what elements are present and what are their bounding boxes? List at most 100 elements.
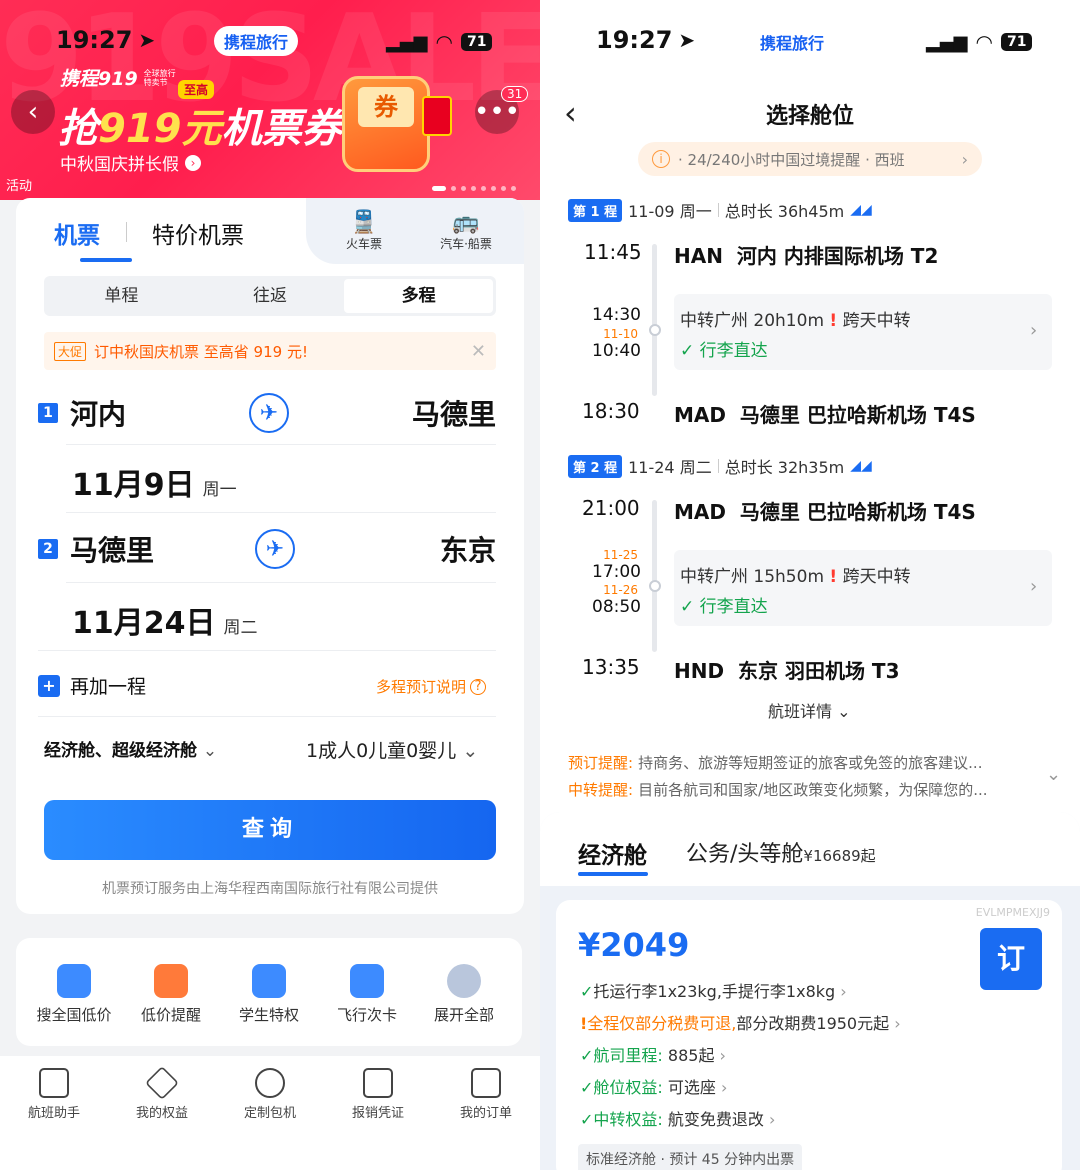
entry-low-price[interactable]: 搜全国低价 bbox=[26, 964, 122, 1025]
globe-icon bbox=[57, 964, 91, 998]
monitor-icon bbox=[39, 1068, 69, 1098]
segment-1-arr-airport: MAD 马德里 巴拉哈斯机场 T4S bbox=[674, 403, 976, 427]
entry-flight-pass[interactable]: 飞行次卡 bbox=[319, 964, 415, 1025]
segment-2-date: 11-24 周二 bbox=[628, 458, 712, 477]
tab-business-label: 公务/头等舱 bbox=[686, 842, 804, 867]
segment-1-transfer-arr: 14:30 bbox=[592, 305, 641, 325]
fare-line-refund[interactable]: !全程仅部分税费可退,部分改期费1950元起 › bbox=[580, 1010, 901, 1034]
right-screen: 19:27 ➤ 携程旅行 ▂▄▆ ◠ 71 ‹ 选择舱位 i · 24/240小… bbox=[540, 0, 1080, 1170]
entry-expand-all[interactable]: 展开全部 bbox=[416, 964, 512, 1025]
fare-line-baggage[interactable]: ✓托运行李1x23kg,手提行李1x8kg › bbox=[580, 978, 847, 1002]
trip-type-selector: 单程 往返 多程 bbox=[44, 276, 496, 316]
entry-student[interactable]: 学生特权 bbox=[221, 964, 317, 1025]
battery-icon: 71 bbox=[1000, 33, 1033, 51]
tab-receipts[interactable]: 报销凭证 bbox=[328, 1068, 428, 1121]
provider-note: 机票预订服务由上海华程西南国际旅行社有限公司提供 bbox=[102, 881, 438, 897]
status-icons: ▂▄▆ ◠ 71 bbox=[926, 30, 1033, 54]
promo-strip[interactable]: 大促 订中秋国庆机票 至高省 919 元! ✕ bbox=[44, 332, 496, 370]
status-bar: 19:27 ➤ bbox=[56, 26, 155, 54]
tab-special[interactable]: 特价机票 bbox=[152, 216, 244, 250]
leg-1-date-row[interactable]: 11月9日 周一 bbox=[72, 460, 237, 504]
bus-icon: 🚌 bbox=[452, 210, 480, 235]
multi-help-label: 多程预订说明 bbox=[376, 678, 467, 696]
leg-2-to[interactable]: 东京 bbox=[440, 529, 496, 569]
headline-post: 机票券! bbox=[221, 106, 360, 152]
plane-swap-icon[interactable]: ✈ bbox=[249, 393, 289, 433]
coupon-text: 券 bbox=[358, 87, 414, 127]
tab-train[interactable]: 🚆 火车票 bbox=[328, 210, 400, 252]
entry-price-alert[interactable]: 低价提醒 bbox=[123, 964, 219, 1025]
segment-2-transfer-arr-date: 11-25 bbox=[603, 548, 638, 562]
order-list-icon bbox=[471, 1068, 501, 1098]
tab-bus[interactable]: 🚌 汽车·船票 bbox=[426, 210, 506, 252]
segment-2-dep-airport: MAD 马德里 巴拉哈斯机场 T4S bbox=[674, 500, 976, 524]
tab-bus-label: 汽车·船票 bbox=[440, 237, 492, 251]
info-icon: i bbox=[652, 150, 670, 168]
business-price: ¥16689起 bbox=[803, 847, 876, 865]
tab-flight[interactable]: 机票 bbox=[54, 216, 100, 250]
tab-flight-assistant[interactable]: 航班助手 bbox=[4, 1068, 104, 1121]
fare-line-transfer[interactable]: ✓中转权益: 航变免费退改 › bbox=[580, 1106, 775, 1130]
brand-sub: 全球旅行特卖节 bbox=[143, 68, 176, 87]
check-icon: ✓ bbox=[580, 1046, 594, 1065]
segment-1-duration: 总时长 36h45m bbox=[724, 202, 845, 221]
search-button[interactable]: 查询 bbox=[44, 800, 496, 860]
tab-charter[interactable]: 定制包机 bbox=[220, 1068, 320, 1121]
trip-type-multi[interactable]: 多程 bbox=[344, 279, 494, 313]
leg-2-from[interactable]: 马德里 bbox=[70, 529, 154, 569]
promo-banner[interactable]: 919SALE 19:27 ➤ 携程旅行 ▂▄▆ ◠ 71 携程919 全球旅行… bbox=[0, 0, 540, 200]
chevron-right-icon: › bbox=[889, 1014, 901, 1033]
warning-icon: ! bbox=[829, 567, 838, 587]
tip-transfer: 中转提醒: 目前各航司和国家/地区政策变化频繁，为保障您的... bbox=[568, 779, 1038, 800]
fare-price: ¥2049 bbox=[578, 926, 690, 964]
add-leg-label: 再加一程 bbox=[70, 676, 147, 698]
flight-detail-link[interactable]: 航班详情 ⌄ bbox=[768, 698, 851, 722]
airline-logo-icon: ◢◢ bbox=[850, 202, 872, 218]
chevron-right-icon: › bbox=[715, 1078, 728, 1097]
timeline bbox=[652, 244, 657, 396]
carousel-dots bbox=[432, 186, 516, 191]
battery-icon: 71 bbox=[460, 33, 493, 51]
banner-sub[interactable]: 中秋国庆拼长假 › bbox=[60, 150, 201, 175]
segment-1-transfer[interactable]: 中转广州 20h10m ! 跨天中转 ✓ 行李直达 › bbox=[674, 294, 1052, 370]
transit-notice[interactable]: i · 24/240小时中国过境提醒 · 西班 › bbox=[638, 142, 982, 176]
multi-help[interactable]: 多程预订说明 ? bbox=[376, 676, 487, 697]
fare-line-seat[interactable]: ✓舱位权益: 可选座 › bbox=[580, 1074, 727, 1098]
back-button[interactable]: ‹ bbox=[11, 90, 55, 134]
tab-economy[interactable]: 经济舱 bbox=[578, 836, 647, 870]
segment-1-header: 第 1 程 11-09 周一 总时长 36h45m ◢◢ bbox=[568, 198, 872, 222]
location-icon: ➤ bbox=[678, 28, 696, 52]
page-title: 选择舱位 bbox=[765, 104, 854, 129]
divider bbox=[66, 444, 496, 445]
add-leg-row[interactable]: + 再加一程 bbox=[38, 672, 146, 699]
plane-swap-icon[interactable]: ✈ bbox=[255, 529, 295, 569]
segment-2-transfer[interactable]: 中转广州 15h50m ! 跨天中转 ✓ 行李直达 › bbox=[674, 550, 1052, 626]
tab-my-orders[interactable]: 我的订单 bbox=[436, 1068, 536, 1121]
tab-business[interactable]: 公务/头等舱¥16689起 bbox=[686, 836, 876, 868]
chevron-down-icon[interactable]: ⌄ bbox=[1046, 764, 1061, 785]
book-button[interactable]: 订 bbox=[980, 928, 1042, 990]
brand-logo: 携程919 bbox=[60, 68, 138, 90]
tab-my-benefits[interactable]: 我的权益 bbox=[112, 1066, 212, 1121]
segment-2-badge: 第 2 程 bbox=[568, 454, 623, 478]
trip-type-oneway[interactable]: 单程 bbox=[47, 279, 196, 313]
segment-1-date: 11-09 周一 bbox=[628, 202, 712, 221]
flight-detail-label: 航班详情 bbox=[768, 702, 833, 721]
leg-2-date-row[interactable]: 11月24日 周二 bbox=[72, 598, 258, 642]
card-icon bbox=[350, 964, 384, 998]
leg-1-to[interactable]: 马德里 bbox=[412, 393, 496, 433]
plus-icon: + bbox=[38, 674, 60, 697]
brand-row: 携程919 全球旅行特卖节 bbox=[60, 64, 178, 91]
close-icon[interactable]: ✕ bbox=[471, 341, 486, 362]
chevron-down-icon: ⌄ bbox=[832, 702, 851, 721]
cabin-select[interactable]: 经济舱、超级经济舱 ⌄ bbox=[44, 736, 217, 761]
expand-icon bbox=[447, 964, 481, 998]
trip-type-round[interactable]: 往返 bbox=[196, 279, 345, 313]
help-icon: ? bbox=[470, 678, 487, 695]
fare-line-miles[interactable]: ✓航司里程: 885起 › bbox=[580, 1042, 726, 1066]
passenger-select[interactable]: 1成人0儿童0婴儿 ⌄ bbox=[306, 736, 478, 763]
segment-2-transfer-dep: 08:50 bbox=[592, 597, 641, 617]
divider bbox=[38, 650, 496, 651]
leg-1-from[interactable]: 河内 bbox=[70, 393, 126, 433]
banner-headline: 抢919元机票券! bbox=[58, 96, 360, 154]
